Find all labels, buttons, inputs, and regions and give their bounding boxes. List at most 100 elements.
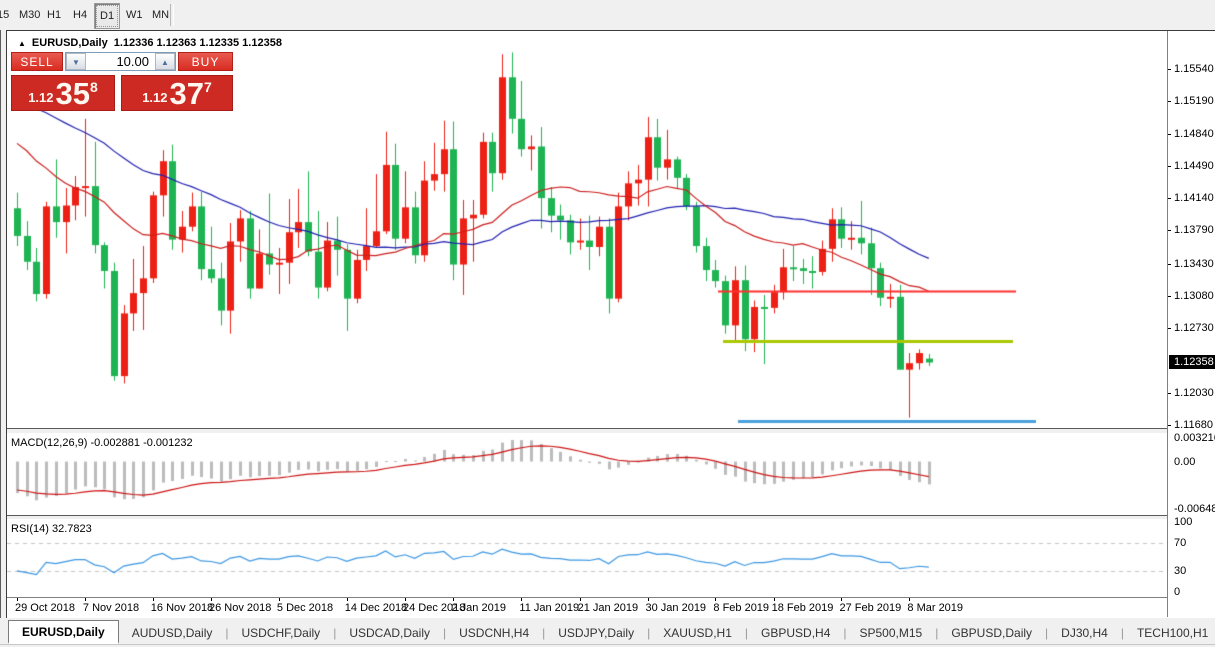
price-axis-tick <box>1168 230 1171 231</box>
chart-tab-bar: EURUSD,DailyAUDUSD,Daily|USDCHF,Daily|US… <box>0 618 1215 645</box>
price-axis[interactable]: 1.155401.151901.148401.144901.141401.137… <box>1167 31 1215 617</box>
chart-tab-usdcad-daily[interactable]: USDCAD,Daily <box>336 622 443 644</box>
current-price-badge: 1.12358 <box>1169 355 1215 369</box>
price-axis-label: 1.12030 <box>1174 387 1214 399</box>
date-axis-tick <box>648 598 649 601</box>
chart-ohlc-values: 1.12336 1.12363 1.12335 1.12358 <box>114 37 282 49</box>
rsi-axis-label: 0 <box>1174 586 1180 598</box>
rsi-axis-label: 100 <box>1174 516 1192 528</box>
price-axis-label: 1.14840 <box>1174 128 1214 140</box>
volume-input[interactable] <box>86 53 155 70</box>
date-axis-label: 8 Feb 2019 <box>713 602 769 614</box>
sell-price-box[interactable]: 1.12 35 8 <box>11 75 115 111</box>
price-axis-label: 1.13790 <box>1174 224 1214 236</box>
price-axis-tick <box>1168 134 1171 135</box>
volume-increase-button[interactable]: ▲ <box>155 53 175 70</box>
timeframe-button-mn[interactable]: MN <box>147 3 174 27</box>
date-axis-label: 7 Nov 2018 <box>83 602 139 614</box>
macd-axis-label: 0.003216 <box>1174 432 1215 444</box>
price-axis-tick <box>1168 264 1171 265</box>
macd-indicator-label: MACD(12,26,9) -0.002881 -0.001232 <box>11 437 193 449</box>
chart-symbol-label: EURUSD,Daily <box>32 37 108 49</box>
date-axis[interactable]: 29 Oct 2018 7 Nov 2018 16 Nov 201826 Nov 2… <box>7 597 1167 618</box>
date-axis-label: 27 Feb 2019 <box>840 602 902 614</box>
chart-arrow-icon: ▲ <box>18 39 26 48</box>
date-axis-label: 30 Jan 2019 <box>646 602 707 614</box>
price-axis-label: 1.11680 <box>1174 419 1213 431</box>
timeframe-button-w1[interactable]: W1 <box>121 3 148 27</box>
price-axis-tick <box>1168 328 1171 329</box>
sell-price-pip: 8 <box>90 79 98 95</box>
window-left-border <box>0 30 1 618</box>
chart-tab-tech100-h1[interactable]: TECH100,H1 <box>1124 622 1215 644</box>
timeframe-button-h4[interactable]: H4 <box>68 3 92 27</box>
price-axis-label: 1.12730 <box>1174 322 1214 334</box>
date-axis-tick <box>715 598 716 601</box>
date-axis-label: 29 Oct 2018 <box>15 602 75 614</box>
price-axis-label: 1.14140 <box>1174 192 1214 204</box>
rsi-indicator-label: RSI(14) 32.7823 <box>11 523 92 535</box>
date-axis-tick <box>909 598 910 601</box>
chart-tab-audusd-daily[interactable]: AUDUSD,Daily <box>119 622 226 644</box>
rsi-pane-canvas[interactable] <box>7 519 1167 597</box>
price-axis-tick <box>1168 198 1171 199</box>
price-axis-tick <box>1168 425 1171 426</box>
price-axis-label: 1.13080 <box>1174 290 1214 302</box>
date-axis-tick <box>279 598 280 601</box>
mt4-window: 15M30H1H4D1W1MN ▲ EURUSD,Daily 1.12336 1… <box>0 0 1215 647</box>
price-axis-tick <box>1168 296 1171 297</box>
date-axis-label: 21 Jan 2019 <box>578 602 639 614</box>
buy-button[interactable]: BUY <box>178 52 233 71</box>
price-axis-tick <box>1168 166 1171 167</box>
date-axis-tick <box>405 598 406 601</box>
macd-axis-label: -0.006485 <box>1174 503 1215 515</box>
date-axis-tick <box>85 598 86 601</box>
volume-spinner: ▼ ▲ <box>65 52 176 71</box>
chart-tab-dj30-h4[interactable]: DJ30,H4 <box>1048 622 1121 644</box>
date-axis-tick <box>211 598 212 601</box>
date-axis-label: 26 Nov 2018 <box>209 602 271 614</box>
date-axis-tick <box>153 598 154 601</box>
buy-price-pip: 7 <box>204 79 212 95</box>
macd-axis-label: 0.00 <box>1174 456 1195 468</box>
timeframe-button-d1[interactable]: D1 <box>94 3 120 29</box>
date-axis-label: 2 Jan 2019 <box>452 602 506 614</box>
buy-price-box[interactable]: 1.12 37 7 <box>121 75 233 111</box>
chart-title: ▲ EURUSD,Daily 1.12336 1.12363 1.12335 1… <box>18 37 282 49</box>
chart-tab-xauusd-h1[interactable]: XAUUSD,H1 <box>650 622 745 644</box>
date-axis-label: 14 Dec 2018 <box>345 602 407 614</box>
timeframe-toolbar: 15M30H1H4D1W1MN <box>0 0 1215 30</box>
date-axis-tick <box>17 598 18 601</box>
buy-price-prefix: 1.12 <box>142 90 167 105</box>
date-axis-tick <box>841 598 842 601</box>
price-axis-label: 1.13430 <box>1174 258 1214 270</box>
price-axis-tick <box>1168 101 1171 102</box>
chart-tab-eurusd-daily[interactable]: EURUSD,Daily <box>8 620 119 644</box>
date-axis-tick <box>521 598 522 601</box>
date-axis-label: 18 Feb 2019 <box>772 602 834 614</box>
date-axis-label: 16 Nov 2018 <box>151 602 213 614</box>
price-axis-label: 1.15540 <box>1174 63 1214 75</box>
buy-price-big: 37 <box>170 78 204 109</box>
date-axis-label: 11 Jan 2019 <box>519 602 579 614</box>
chart-window: ▲ EURUSD,Daily 1.12336 1.12363 1.12335 1… <box>6 30 1215 619</box>
timeframe-button-h1[interactable]: H1 <box>42 3 66 27</box>
date-axis-tick <box>347 598 348 601</box>
date-axis-tick <box>580 598 581 601</box>
rsi-axis-label: 30 <box>1174 565 1186 577</box>
sell-price-prefix: 1.12 <box>28 90 53 105</box>
timeframe-button-m30[interactable]: M30 <box>14 3 45 27</box>
price-axis-tick <box>1168 69 1171 70</box>
volume-decrease-button[interactable]: ▼ <box>66 53 86 70</box>
chart-tab-usdjpy-daily[interactable]: USDJPY,Daily <box>545 622 647 644</box>
chart-tab-gbpusd-daily[interactable]: GBPUSD,Daily <box>938 622 1045 644</box>
timeframe-button-15[interactable]: 15 <box>0 3 14 27</box>
rsi-axis-label: 70 <box>1174 537 1186 549</box>
chart-tab-usdcnh-h4[interactable]: USDCNH,H4 <box>446 622 542 644</box>
chart-tab-usdchf-daily[interactable]: USDCHF,Daily <box>229 622 334 644</box>
chart-tab-gbpusd-h4[interactable]: GBPUSD,H4 <box>748 622 843 644</box>
sell-button[interactable]: SELL <box>11 52 63 71</box>
chart-tab-sp500-m15[interactable]: SP500,M15 <box>847 622 936 644</box>
date-axis-label: 8 Mar 2019 <box>907 602 963 614</box>
price-axis-label: 1.14490 <box>1174 160 1214 172</box>
